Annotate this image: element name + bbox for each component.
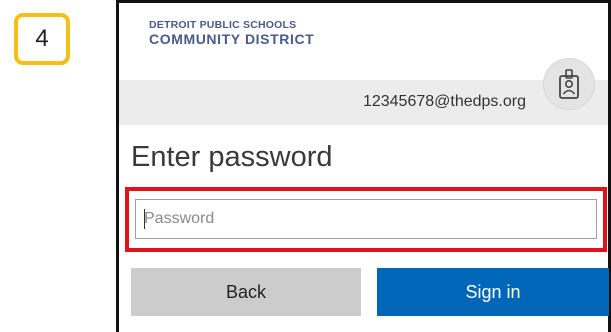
password-highlight <box>125 187 607 252</box>
text-caret <box>144 209 145 229</box>
logo-line-2: COMMUNITY DISTRICT <box>149 30 315 47</box>
signin-panel: DETROIT PUBLIC SCHOOLS COMMUNITY DISTRIC… <box>116 0 611 332</box>
account-email: 12345678@thedps.org <box>362 93 526 110</box>
password-input[interactable] <box>135 199 597 239</box>
step-number: 4 <box>35 25 49 52</box>
back-button[interactable]: Back <box>131 268 361 316</box>
page-title: Enter password <box>131 141 333 173</box>
id-badge-icon-svg <box>559 69 579 99</box>
account-bar: 12345678@thedps.org <box>119 80 608 125</box>
sign-in-button[interactable]: Sign in <box>377 268 609 316</box>
id-badge-icon <box>543 58 595 110</box>
step-number-badge: 4 <box>14 13 70 65</box>
district-logo: DETROIT PUBLIC SCHOOLS COMMUNITY DISTRIC… <box>149 20 314 46</box>
logo-line-1: DETROIT PUBLIC SCHOOLS <box>149 19 297 31</box>
